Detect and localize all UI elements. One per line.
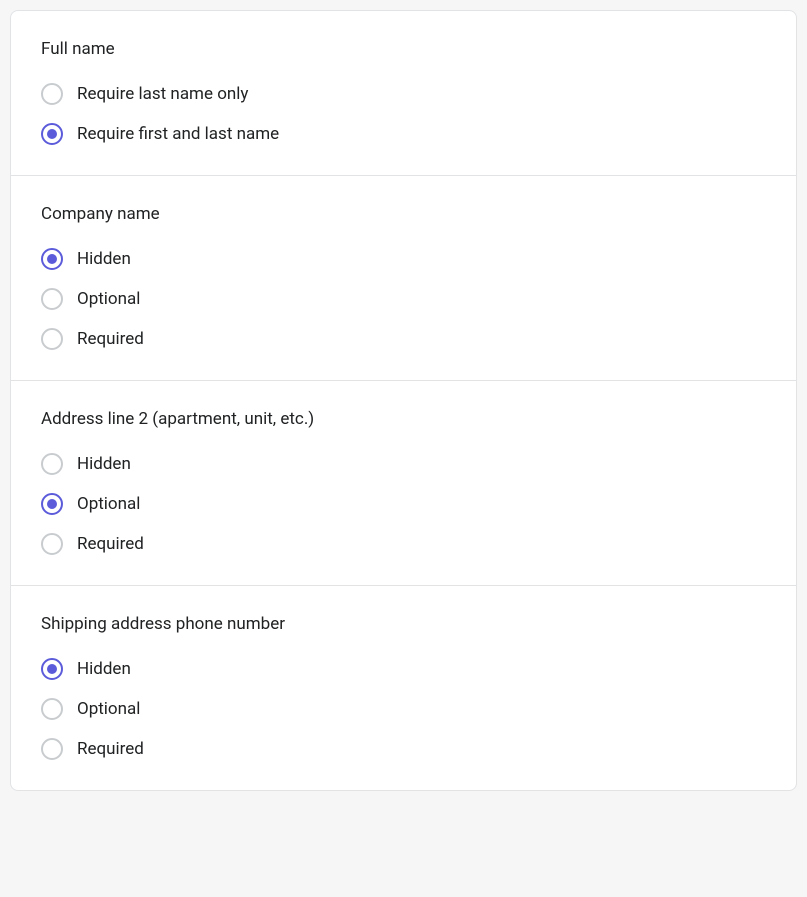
- radio-label: Required: [77, 739, 144, 759]
- radio-icon: [41, 698, 63, 720]
- radio-label: Required: [77, 329, 144, 349]
- section-company-name: Company name Hidden Optional Required: [11, 176, 796, 381]
- radio-option-last-name-only[interactable]: Require last name only: [41, 83, 766, 105]
- radio-option-address2-required[interactable]: Required: [41, 533, 766, 555]
- radio-option-phone-hidden[interactable]: Hidden: [41, 658, 766, 680]
- radio-group-company-name: Hidden Optional Required: [41, 248, 766, 350]
- radio-label: Require first and last name: [77, 124, 279, 144]
- section-title-shipping-phone: Shipping address phone number: [41, 614, 766, 634]
- section-title-address-line-2: Address line 2 (apartment, unit, etc.): [41, 409, 766, 429]
- radio-label: Optional: [77, 289, 140, 309]
- section-title-company-name: Company name: [41, 204, 766, 224]
- radio-option-company-optional[interactable]: Optional: [41, 288, 766, 310]
- radio-label: Optional: [77, 494, 140, 514]
- section-full-name: Full name Require last name only Require…: [11, 11, 796, 176]
- radio-icon: [41, 658, 63, 680]
- section-shipping-phone: Shipping address phone number Hidden Opt…: [11, 586, 796, 790]
- radio-icon: [41, 453, 63, 475]
- radio-label: Required: [77, 534, 144, 554]
- section-title-full-name: Full name: [41, 39, 766, 59]
- radio-option-address2-optional[interactable]: Optional: [41, 493, 766, 515]
- radio-option-company-required[interactable]: Required: [41, 328, 766, 350]
- radio-icon: [41, 123, 63, 145]
- radio-option-first-and-last[interactable]: Require first and last name: [41, 123, 766, 145]
- radio-group-address-line-2: Hidden Optional Required: [41, 453, 766, 555]
- radio-icon: [41, 738, 63, 760]
- radio-option-company-hidden[interactable]: Hidden: [41, 248, 766, 270]
- radio-option-phone-optional[interactable]: Optional: [41, 698, 766, 720]
- radio-group-shipping-phone: Hidden Optional Required: [41, 658, 766, 760]
- radio-group-full-name: Require last name only Require first and…: [41, 83, 766, 145]
- section-address-line-2: Address line 2 (apartment, unit, etc.) H…: [11, 381, 796, 586]
- radio-option-address2-hidden[interactable]: Hidden: [41, 453, 766, 475]
- radio-option-phone-required[interactable]: Required: [41, 738, 766, 760]
- radio-label: Optional: [77, 699, 140, 719]
- radio-label: Hidden: [77, 249, 131, 269]
- radio-icon: [41, 83, 63, 105]
- radio-label: Hidden: [77, 454, 131, 474]
- radio-icon: [41, 248, 63, 270]
- radio-icon: [41, 493, 63, 515]
- radio-icon: [41, 533, 63, 555]
- radio-icon: [41, 288, 63, 310]
- radio-icon: [41, 328, 63, 350]
- radio-label: Require last name only: [77, 84, 248, 104]
- radio-label: Hidden: [77, 659, 131, 679]
- settings-card: Full name Require last name only Require…: [10, 10, 797, 791]
